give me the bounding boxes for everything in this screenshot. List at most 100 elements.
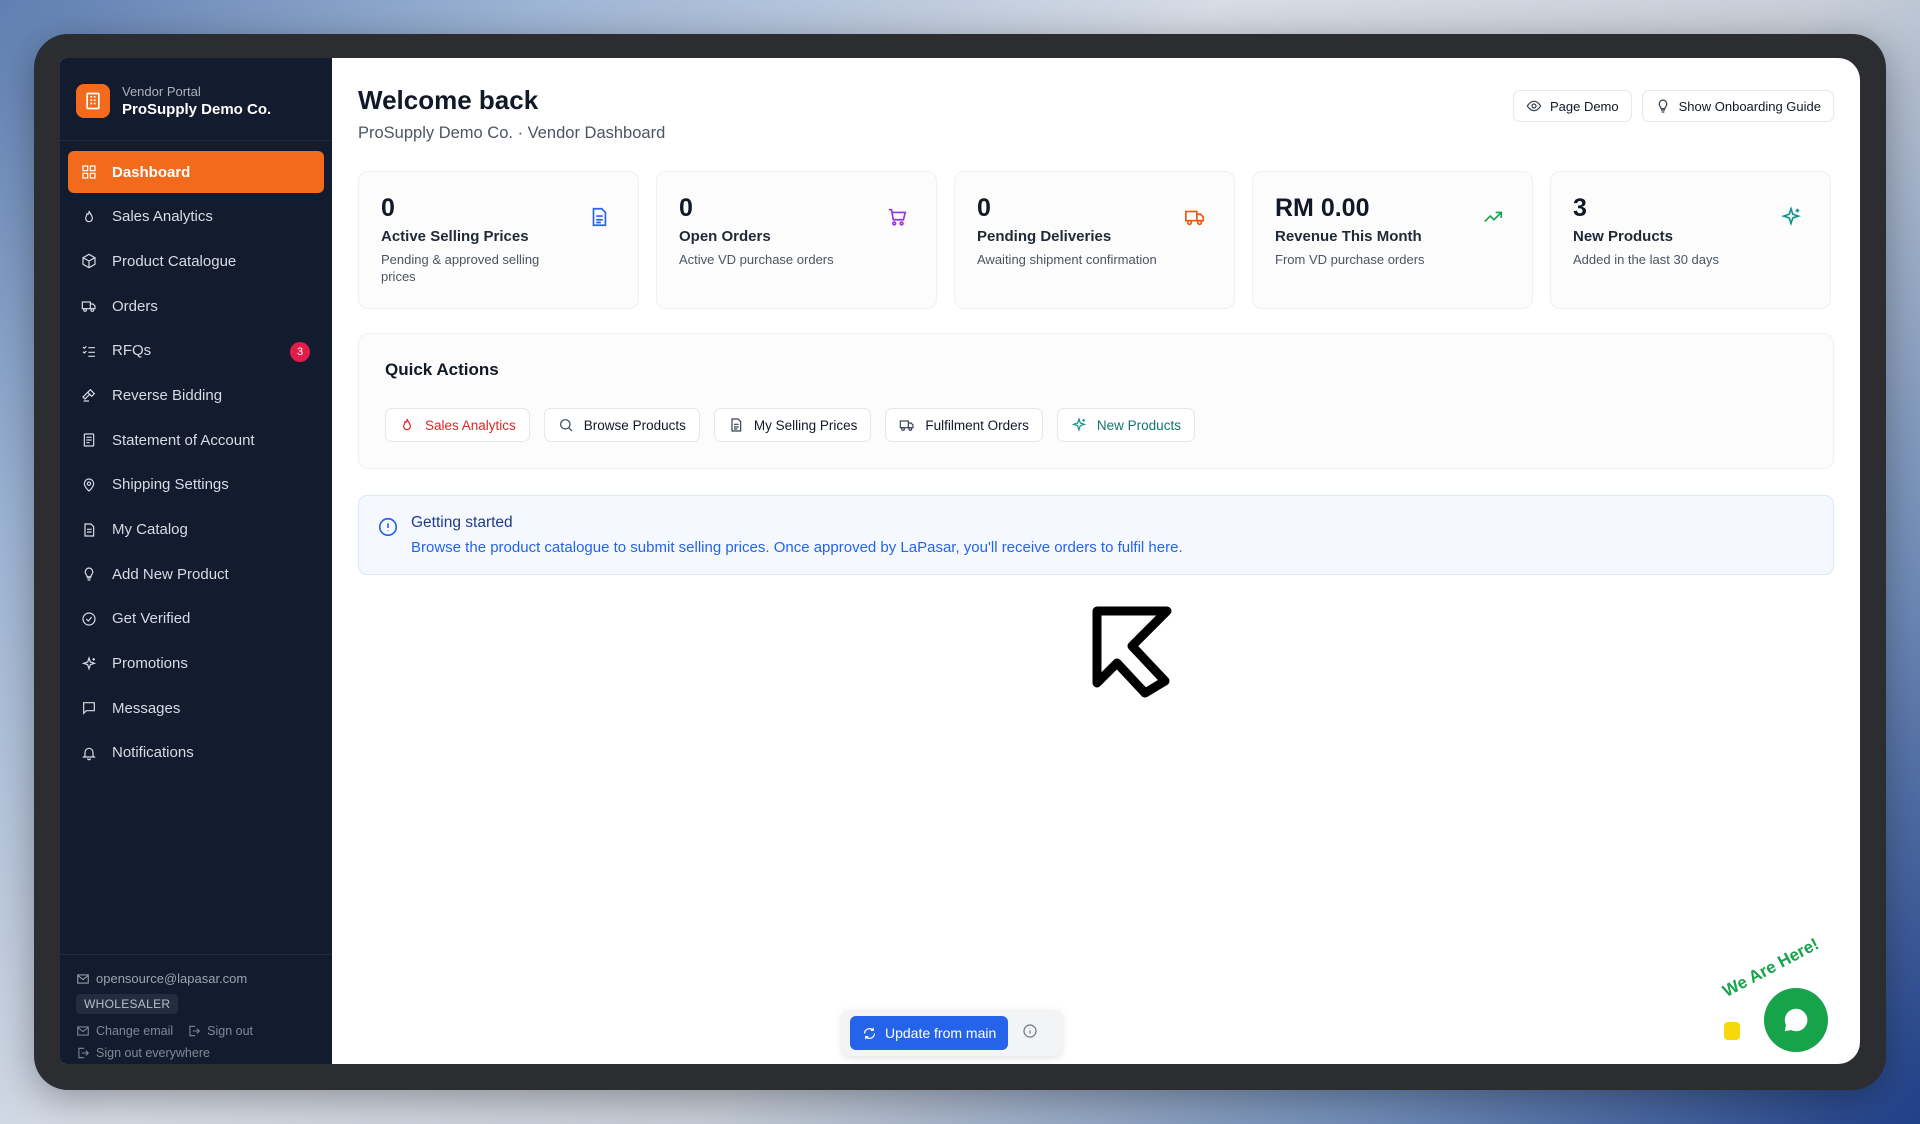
sign-out-label: Sign out [207,1024,254,1038]
sidebar-item-dashboard[interactable]: Dashboard [68,151,324,193]
truck-icon [900,420,914,431]
page-header: Welcome back ProSupply Demo Co. · Vendor… [358,84,1834,143]
lightbulb-icon [1658,99,1667,113]
account-email: opensource@lapasar.com [76,971,316,986]
sidebar-item-my-catalog[interactable]: My Catalog [68,509,324,551]
sidebar: Vendor Portal ProSupply Demo Co. Dashboa… [60,58,332,1064]
list-icon [80,342,98,360]
sidebar-item-label: Promotions [112,655,188,673]
rfq-count-badge: 3 [290,341,310,362]
sidebar-item-label: Orders [112,297,158,315]
stat-card-new-products[interactable]: 3 New Products Added in the last 30 days [1550,171,1831,309]
update-label: Update from main [885,1025,997,1041]
stat-card-open-orders[interactable]: 0 Open Orders Active VD purchase orders [656,171,937,309]
brand[interactable]: Vendor Portal ProSupply Demo Co. [60,58,332,128]
update-toolbar: Update from main [842,1010,1062,1056]
sidebar-nav: Dashboard Sales Analytics Product Catalo… [60,141,332,774]
eye-icon [1526,100,1542,112]
chat-widget[interactable]: We Are Here! [1718,934,1838,1058]
document-icon [80,431,98,449]
sidebar-item-rfqs[interactable]: RFQs 3 [68,330,324,372]
page-demo-button[interactable]: Page Demo [1512,90,1632,122]
sidebar-item-promotions[interactable]: Promotions [68,643,324,685]
sidebar-item-shipping-settings[interactable]: Shipping Settings [68,464,324,506]
logout-icon [78,1047,89,1059]
quick-actions-title: Quick Actions [385,360,499,379]
page-title: Welcome back [358,85,539,115]
page-demo-label: Page Demo [1549,98,1619,114]
sidebar-item-sales-analytics[interactable]: Sales Analytics [68,196,324,238]
account-links: Change email Sign out [76,1024,316,1038]
map-pin-icon [80,476,98,494]
company-name: ProSupply Demo Co. [122,100,272,118]
update-from-main-button[interactable]: Update from main [850,1016,1009,1050]
sidebar-item-statement[interactable]: Statement of Account [68,419,324,461]
stat-value: 0 [381,194,395,222]
page-subtitle: ProSupply Demo Co. · Vendor Dashboard [358,124,666,142]
sidebar-item-label: Statement of Account [112,431,255,449]
sidebar-item-label: Dashboard [112,163,191,181]
change-email-link[interactable]: Change email [76,1024,173,1038]
stat-label: Open Orders [679,228,771,245]
refresh-icon [863,1027,876,1039]
quick-actions-panel: Quick Actions Sales Analytics Browse Pro… [358,333,1834,469]
stat-card-active-selling-prices[interactable]: 0 Active Selling Prices Pending & approv… [358,171,639,309]
sparkles-icon [80,655,98,673]
sign-out-link[interactable]: Sign out [187,1024,253,1038]
sidebar-item-product-catalogue[interactable]: Product Catalogue [68,240,324,282]
stat-label: New Products [1573,228,1674,245]
quick-my-selling-prices-button[interactable]: My Selling Prices [713,408,872,442]
role-badge: WHOLESALER [76,994,179,1014]
info-icon[interactable] [1022,1023,1038,1044]
mail-icon [77,973,89,984]
bell-icon [80,744,98,762]
quick-sales-analytics-button[interactable]: Sales Analytics [385,408,530,442]
quick-action-label: My Selling Prices [753,417,858,433]
gavel-icon [80,386,98,404]
sparkles-icon [1071,417,1087,432]
sidebar-footer: opensource@lapasar.com WHOLESALER Change… [60,954,332,1064]
sidebar-item-orders[interactable]: Orders [68,285,324,327]
alert-title: Getting started [411,514,513,531]
sidebar-item-messages[interactable]: Messages [68,687,324,729]
sidebar-item-add-new-product[interactable]: Add New Product [68,553,324,595]
onboarding-guide-label: Show Onboarding Guide [1678,98,1821,114]
stat-description: Pending & approved selling prices [381,252,540,284]
chat-bubble-icon[interactable] [1764,988,1828,1052]
sparkles-icon [1780,206,1802,228]
sidebar-item-label: RFQs [112,342,152,360]
sign-out-everywhere-link[interactable]: Sign out everywhere [76,1046,316,1060]
dashboard-icon [80,163,98,181]
sidebar-item-label: Add New Product [112,565,229,583]
quick-browse-products-button[interactable]: Browse Products [543,408,700,442]
sidebar-item-notifications[interactable]: Notifications [68,732,324,774]
quick-fulfilment-orders-button[interactable]: Fulfilment Orders [885,408,1043,442]
sidebar-item-label: My Catalog [112,521,188,538]
sidebar-item-label: Product Catalogue [112,252,237,270]
truck-icon [80,297,98,315]
sidebar-item-label: Notifications [112,744,194,762]
header-actions: Page Demo Show Onboarding Guide [1512,90,1834,122]
quick-new-products-button[interactable]: New Products [1056,408,1195,442]
email-text: opensource@lapasar.com [96,971,248,986]
quick-action-label: Sales Analytics [425,417,516,433]
box-icon [80,252,98,270]
trend-up-icon [1482,206,1504,228]
sidebar-item-reverse-bidding[interactable]: Reverse Bidding [68,374,324,416]
stat-label: Active Selling Prices [381,228,529,245]
lightbulb-icon [80,565,98,583]
alert-text: Browse the product catalogue to submit s… [411,539,1183,556]
stat-label: Revenue This Month [1275,228,1422,245]
stat-value: 3 [1573,194,1587,222]
stat-card-pending-deliveries[interactable]: 0 Pending Deliveries Awaiting shipment c… [954,171,1235,309]
mail-icon [77,1026,89,1036]
sidebar-item-label: Get Verified [112,610,191,628]
sidebar-item-get-verified[interactable]: Get Verified [68,598,324,640]
stat-card-revenue[interactable]: RM 0.00 Revenue This Month From VD purch… [1252,171,1533,309]
quick-action-label: Browse Products [583,417,686,433]
store-logo-icon [76,84,110,118]
onboarding-guide-button[interactable]: Show Onboarding Guide [1641,90,1834,122]
app-window: Vendor Portal ProSupply Demo Co. Dashboa… [60,58,1860,1064]
stat-cards: 0 Active Selling Prices Pending & approv… [358,171,1834,309]
waving-hand-icon [1724,1022,1740,1040]
